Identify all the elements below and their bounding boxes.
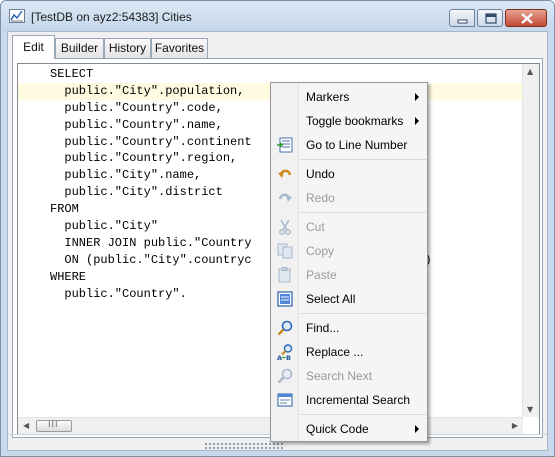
thumb-grip: III (48, 419, 59, 429)
menu-label: Incremental Search (306, 393, 411, 407)
menu-label: Redo (306, 191, 335, 205)
scroll-left-arrow-icon[interactable]: ◀ (23, 421, 29, 430)
cut-icon (279, 219, 291, 235)
menu-label: Markers (306, 90, 350, 104)
menu-separator (301, 159, 426, 160)
vertical-scrollbar[interactable]: ▲ ▼ (522, 64, 539, 417)
menu-label: Find... (306, 321, 340, 335)
menu-label: Paste (306, 268, 337, 282)
editor-context-menu: Markers Toggle bookmarks Go to Line Numb… (270, 82, 428, 442)
goto-line-icon (277, 137, 293, 153)
search-next-icon (277, 368, 293, 384)
menu-item-select-all[interactable]: Select All (272, 288, 427, 310)
tab-edit[interactable]: Edit (12, 35, 55, 59)
menu-label: Search Next (306, 369, 373, 383)
undo-icon (278, 169, 292, 178)
menu-item-replace[interactable]: A B Replace ... (272, 341, 427, 363)
menu-item-find[interactable]: Find... (272, 317, 427, 339)
close-button[interactable] (505, 9, 547, 27)
select-all-icon (277, 291, 293, 307)
maximize-button[interactable] (477, 9, 503, 27)
scroll-right-arrow-icon[interactable]: ▶ (512, 421, 518, 430)
menu-item-go-to-line[interactable]: Go to Line Number (272, 134, 427, 156)
minimize-button[interactable] (449, 9, 475, 27)
incremental-search-icon (277, 393, 293, 407)
redo-icon (278, 193, 292, 202)
tab-history[interactable]: History (104, 38, 151, 58)
menu-item-toggle-bookmarks[interactable]: Toggle bookmarks (272, 110, 427, 132)
menu-item-cut[interactable]: Cut (272, 216, 427, 238)
close-icon (521, 13, 533, 24)
app-chart-icon (9, 9, 25, 23)
minimize-icon (457, 19, 468, 24)
menu-label: Replace ... (306, 345, 364, 359)
find-icon (277, 320, 293, 336)
tab-builder[interactable]: Builder (55, 38, 104, 58)
menu-label: Copy (306, 244, 335, 258)
menu-item-search-next[interactable]: Search Next (272, 365, 427, 387)
title-bar[interactable]: [TestDB on ayz2:54383] Cities (1, 1, 554, 31)
splitter-grip[interactable] (204, 442, 284, 450)
menu-separator (301, 313, 426, 314)
menu-item-paste[interactable]: Paste (272, 264, 427, 286)
window-title: [TestDB on ayz2:54383] Cities (31, 10, 192, 24)
copy-icon (277, 243, 293, 259)
paste-icon (278, 267, 291, 283)
scroll-up-arrow-icon[interactable]: ▲ (527, 67, 533, 76)
query-editor-window: [TestDB on ayz2:54383] Cities Edit Build… (0, 0, 555, 457)
menu-label: Quick Code (306, 422, 369, 436)
menu-separator (301, 212, 426, 213)
menu-item-redo[interactable]: Redo (272, 187, 427, 209)
submenu-arrow-icon (415, 93, 419, 101)
tab-favorites[interactable]: Favorites (151, 38, 208, 58)
svg-text:B: B (286, 354, 291, 360)
submenu-arrow-icon (415, 117, 419, 125)
code-line-1: SELECT (50, 67, 94, 81)
maximize-icon (485, 13, 497, 24)
menu-label: Go to Line Number (306, 138, 408, 152)
submenu-arrow-icon (415, 425, 419, 433)
horizontal-scroll-thumb[interactable]: III (36, 419, 72, 432)
menu-item-undo[interactable]: Undo (272, 163, 427, 185)
menu-label: Toggle bookmarks (306, 114, 404, 128)
replace-icon: A B (277, 344, 293, 360)
menu-item-incremental-search[interactable]: Incremental Search (272, 389, 427, 411)
menu-item-markers[interactable]: Markers (272, 86, 427, 108)
svg-text:A: A (277, 354, 282, 360)
menu-item-quick-code[interactable]: Quick Code (272, 418, 427, 440)
menu-item-copy[interactable]: Copy (272, 240, 427, 262)
menu-label: Undo (306, 167, 335, 181)
menu-label: Select All (306, 292, 356, 306)
menu-label: Cut (306, 220, 325, 234)
menu-separator (301, 414, 426, 415)
scroll-down-arrow-icon[interactable]: ▼ (527, 405, 533, 414)
